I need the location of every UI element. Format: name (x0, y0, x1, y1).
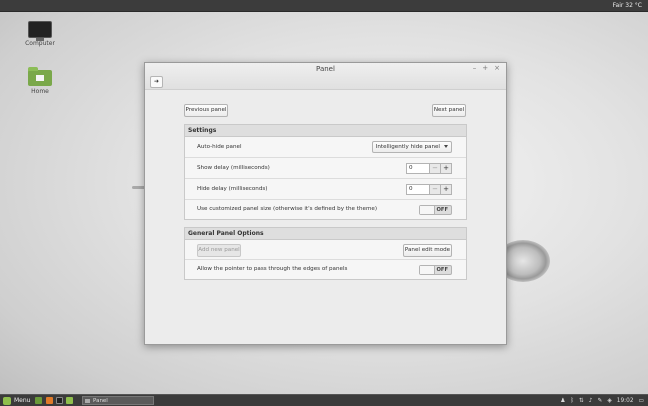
taskbar-item-label: Panel (93, 398, 108, 404)
show-delay-row: Show delay (milliseconds) 0 − + (185, 158, 466, 179)
top-panel: Fair 32 °C (0, 0, 648, 12)
window-titlebar[interactable]: Panel – + × ➜ (145, 63, 506, 90)
mint-logo-icon (3, 396, 11, 405)
taskbar-item-panel[interactable]: Panel (82, 396, 154, 405)
general-options-section: General Panel Options Add new panel Pane… (184, 227, 467, 280)
next-panel-button[interactable]: Next panel (432, 104, 466, 117)
settings-heading: Settings (185, 125, 466, 137)
minimize-icon[interactable]: – (473, 64, 477, 72)
hide-delay-label: Hide delay (milliseconds) (197, 186, 268, 192)
show-delay-input[interactable]: 0 (406, 163, 430, 174)
hide-delay-row: Hide delay (milliseconds) 0 − + (185, 179, 466, 200)
bluetooth-icon[interactable]: ᛒ (570, 398, 573, 404)
arrow-icon: ➜ (153, 78, 160, 85)
switch-state: OFF (436, 267, 449, 273)
custom-size-row: Use customized panel size (otherwise it'… (185, 200, 466, 219)
autohide-label: Auto-hide panel (197, 144, 242, 150)
pointer-pass-row: Allow the pointer to pass through the ed… (185, 260, 466, 279)
terminal-icon[interactable] (56, 397, 63, 404)
shield-icon[interactable]: ◈ (607, 398, 611, 404)
switch-knob (420, 206, 435, 214)
decrement-icon[interactable]: − (430, 163, 441, 174)
system-tray: ♟ ᛒ ⇅ ♪ ✎ ◈ 19:02 ▭ (560, 396, 644, 405)
panel-settings-window: Panel – + × ➜ Previous panel Next panel … (144, 62, 507, 345)
clock[interactable]: 19:02 (617, 398, 634, 404)
close-icon[interactable]: × (494, 64, 500, 72)
autohide-value: Intelligently hide panel (375, 144, 440, 150)
show-delay-spinner: 0 − + (406, 163, 452, 174)
show-desktop-icon[interactable] (35, 397, 42, 404)
desktop-icon-label: Computer (25, 40, 55, 47)
hide-delay-spinner: 0 − + (406, 184, 452, 195)
menu-label: Menu (14, 397, 31, 404)
desktop-icon-home[interactable]: Home (20, 67, 60, 95)
custom-size-switch[interactable]: OFF (419, 205, 452, 215)
window-icon (85, 399, 90, 403)
desktop-icon-computer[interactable]: Computer (20, 21, 60, 47)
custom-size-label: Use customized panel size (otherwise it'… (197, 206, 378, 212)
previous-panel-button[interactable]: Previous panel (184, 104, 228, 117)
desktop-icon-label: Home (31, 88, 49, 95)
increment-icon[interactable]: + (441, 184, 452, 195)
hide-delay-input[interactable]: 0 (406, 184, 430, 195)
decrement-icon[interactable]: − (430, 184, 441, 195)
settings-section: Settings Auto-hide panel Intelligently h… (184, 124, 467, 220)
chevron-down-icon (444, 145, 448, 148)
switch-knob (420, 266, 435, 274)
volume-icon[interactable]: ♪ (589, 398, 593, 404)
pointer-pass-switch[interactable]: OFF (419, 265, 452, 275)
panel-edit-mode-button[interactable]: Panel edit mode (403, 244, 452, 257)
switch-state: OFF (436, 207, 449, 213)
display-icon[interactable]: ▭ (639, 398, 644, 404)
home-folder-icon (28, 67, 52, 86)
autohide-dropdown[interactable]: Intelligently hide panel (371, 141, 452, 153)
add-new-panel-button[interactable]: Add new panel (197, 244, 241, 257)
show-delay-label: Show delay (milliseconds) (197, 165, 270, 171)
pen-icon[interactable]: ✎ (597, 398, 602, 404)
menu-button[interactable]: Menu (3, 396, 30, 405)
maximize-icon[interactable]: + (482, 64, 488, 72)
increment-icon[interactable]: + (441, 163, 452, 174)
network-icon[interactable]: ⇅ (579, 398, 584, 404)
weather-applet[interactable]: Fair 32 °C (613, 1, 642, 10)
files-icon[interactable] (66, 397, 73, 404)
user-icon[interactable]: ♟ (560, 398, 565, 404)
computer-icon (28, 21, 52, 41)
panel-actions-row: Add new panel Panel edit mode (185, 240, 466, 260)
pointer-pass-label: Allow the pointer to pass through the ed… (197, 266, 348, 272)
firefox-icon[interactable] (46, 397, 53, 404)
back-button[interactable]: ➜ (150, 76, 163, 88)
general-options-heading: General Panel Options (185, 228, 466, 240)
bottom-panel: Menu Panel ♟ ᛒ ⇅ ♪ ✎ ◈ 19:02 ▭ (0, 394, 648, 406)
autohide-row: Auto-hide panel Intelligently hide panel (185, 137, 466, 158)
window-title: Panel (316, 65, 335, 73)
